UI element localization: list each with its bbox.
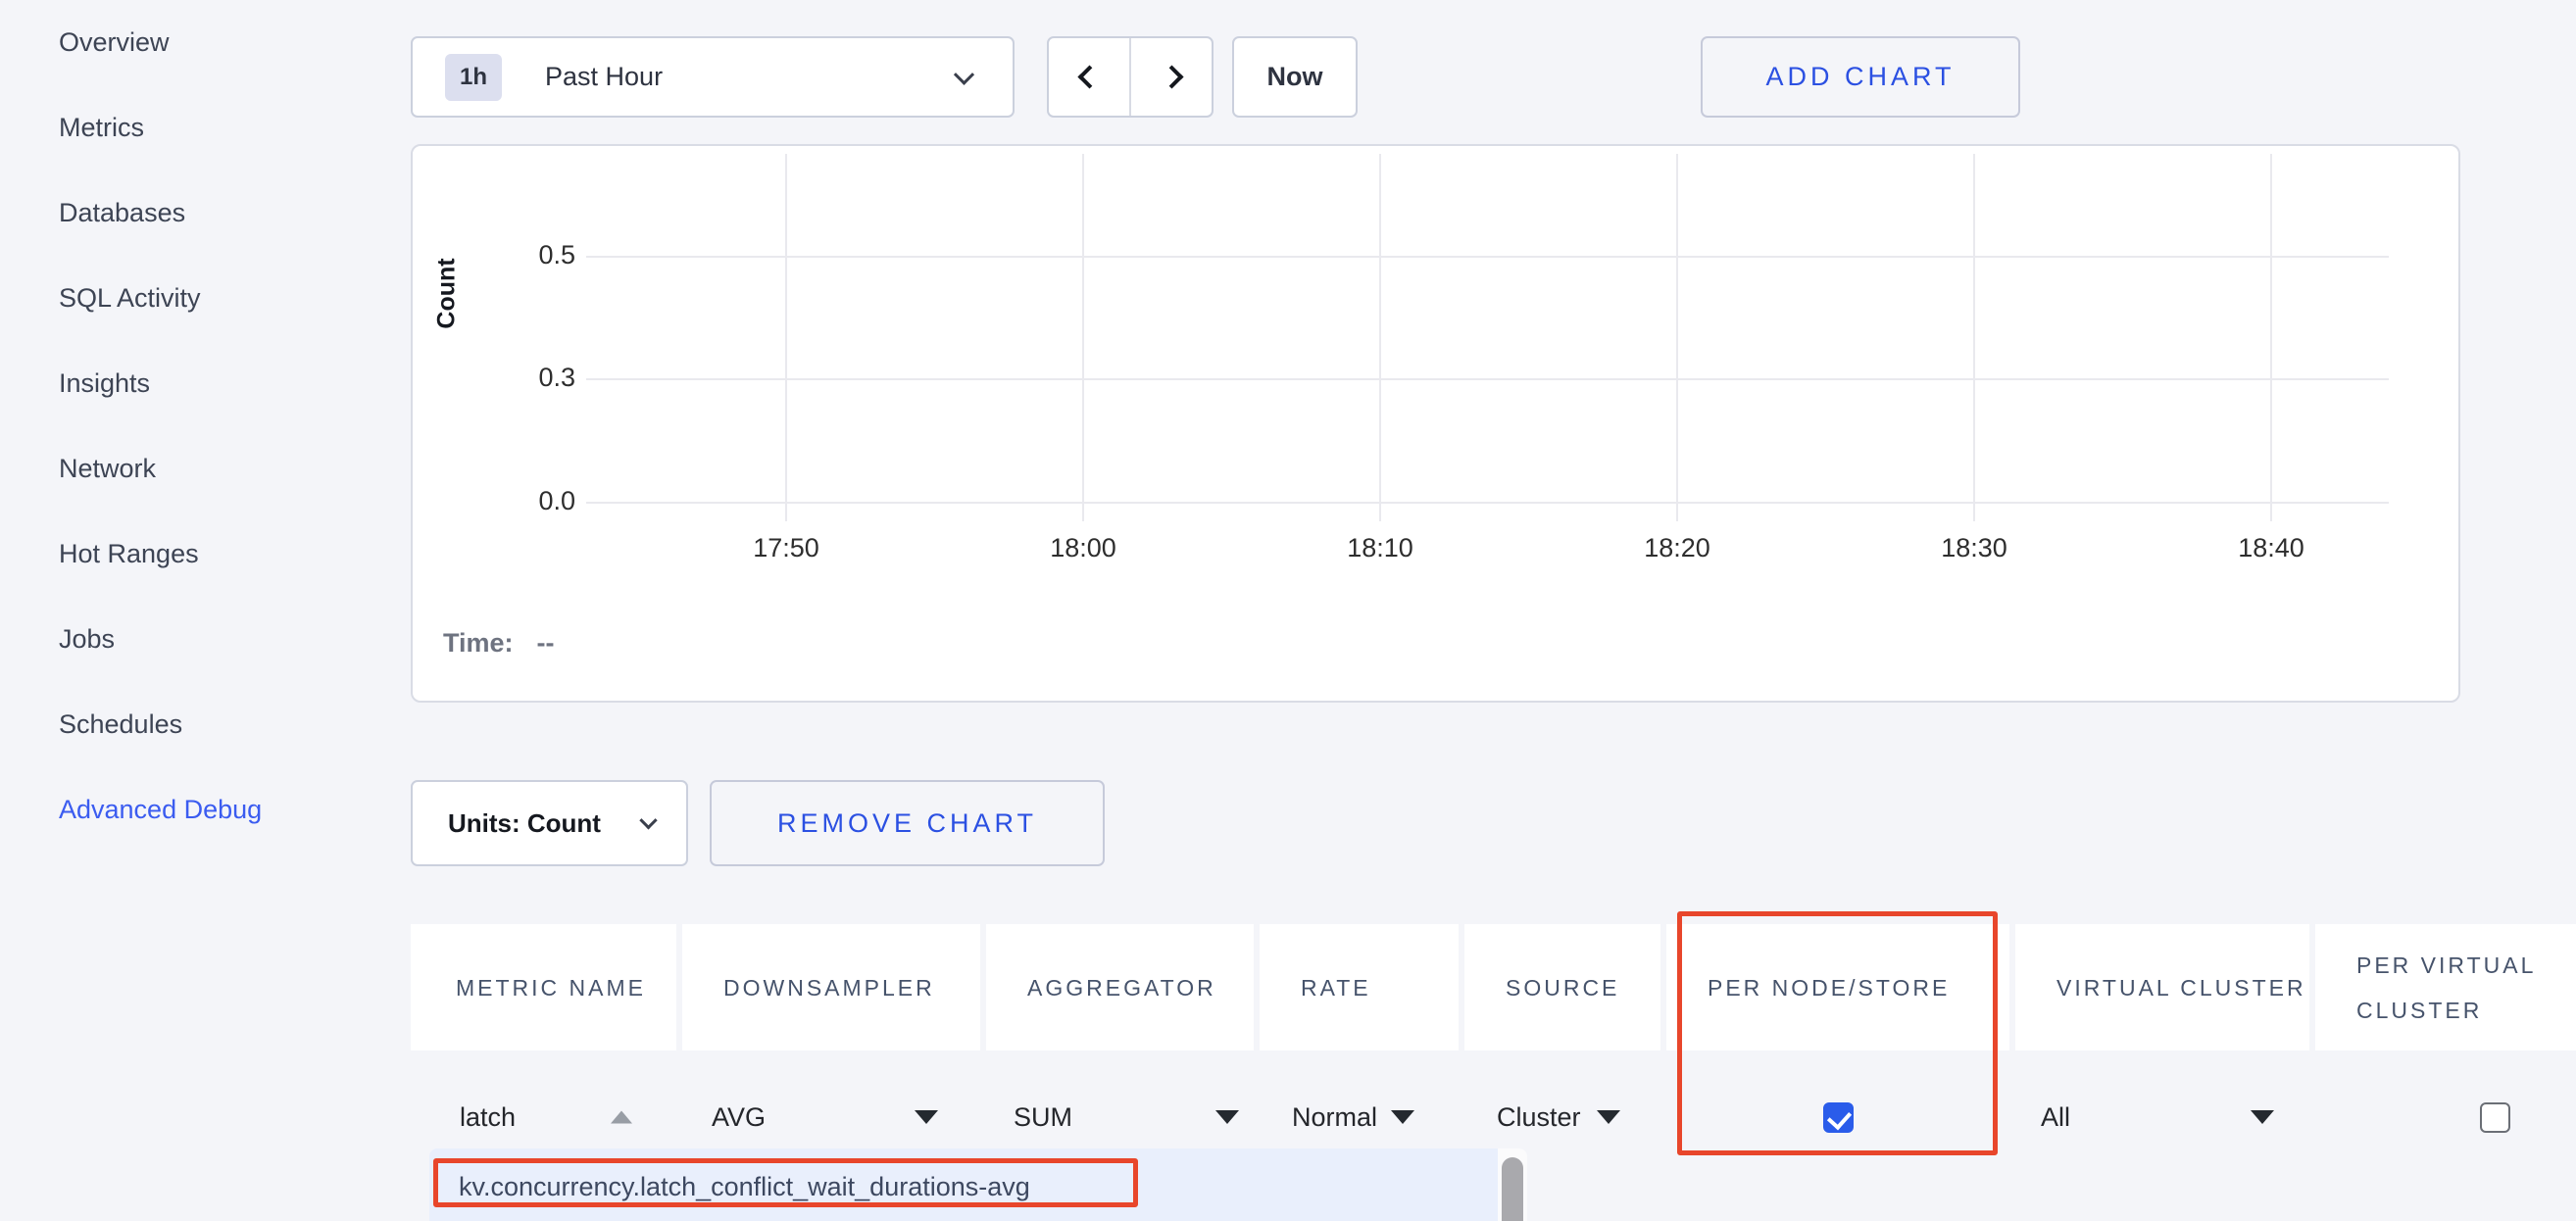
gridline-vertical: [1973, 154, 1975, 521]
add-chart-button[interactable]: ADD CHART: [1701, 36, 2020, 118]
virtual-cluster-dropdown[interactable]: All: [2015, 1068, 2309, 1166]
sidebar-item-network[interactable]: Network: [59, 426, 392, 512]
chevron-down-icon: [954, 65, 974, 85]
triangle-down-icon: [915, 1110, 938, 1124]
hover-time-readout: Time: --: [443, 628, 555, 659]
sidebar-item-metrics[interactable]: Metrics: [59, 85, 392, 171]
time-label: Time:: [443, 628, 514, 658]
sidebar-nav: Overview Metrics Databases SQL Activity …: [59, 0, 392, 853]
metric-suggestions-dropdown: kv.concurrency.latch_conflict_wait_durat…: [429, 1148, 1527, 1221]
sidebar-item-schedules[interactable]: Schedules: [59, 682, 392, 767]
column-header-aggregator: AGGREGATOR: [986, 924, 1254, 1050]
aggregator-value: SUM: [986, 1102, 1072, 1133]
now-button[interactable]: Now: [1232, 36, 1358, 118]
metric-name-input[interactable]: latch: [411, 1102, 516, 1133]
triangle-down-icon: [1215, 1110, 1239, 1124]
dropdown-scrollbar[interactable]: [1498, 1148, 1527, 1221]
chevron-down-icon: [639, 811, 657, 829]
column-header-rate: RATE: [1260, 924, 1459, 1050]
gridline-vertical: [1379, 154, 1381, 521]
gridline-vertical: [1676, 154, 1678, 521]
x-tick-label: 18:20: [1609, 533, 1746, 563]
column-header-metric-name: METRIC NAME: [411, 924, 676, 1050]
sidebar-item-hot-ranges[interactable]: Hot Ranges: [59, 512, 392, 597]
x-tick-label: 18:30: [1906, 533, 2043, 563]
rate-value: Normal: [1260, 1102, 1377, 1133]
column-header-virtual-cluster: VIRTUAL CLUSTER: [2015, 924, 2309, 1050]
triangle-down-icon: [1597, 1110, 1620, 1124]
y-tick-label: 0.0: [471, 486, 575, 516]
gridline-horizontal: [586, 378, 2389, 380]
y-tick-label: 0.3: [471, 363, 575, 393]
x-tick-label: 18:00: [1015, 533, 1152, 563]
dropdown-scrollbar-thumb[interactable]: [1502, 1157, 1523, 1221]
sidebar-item-advanced-debug[interactable]: Advanced Debug: [59, 767, 392, 853]
chevron-right-icon: [1160, 65, 1183, 88]
per-node-store-cell: [1666, 1068, 2009, 1166]
units-dropdown[interactable]: Units: Count: [411, 780, 688, 866]
sidebar-item-databases[interactable]: Databases: [59, 171, 392, 256]
time-range-label: Past Hour: [545, 62, 663, 92]
metric-table-header: METRIC NAME DOWNSAMPLER AGGREGATOR RATE …: [411, 924, 2576, 1050]
per-virtual-cluster-cell: [2315, 1068, 2576, 1166]
x-tick-label: 17:50: [718, 533, 855, 563]
x-tick-label: 18:10: [1312, 533, 1449, 563]
advanced-debug-custom-chart-page: Overview Metrics Databases SQL Activity …: [0, 0, 2576, 1221]
gridline-horizontal: [586, 502, 2389, 504]
time-range-badge: 1h: [445, 54, 502, 101]
custom-chart-panel: Count 0.5 0.3 0.0 17:50 18:00 18:10 18:2…: [411, 144, 2460, 703]
gridline-vertical: [785, 154, 787, 521]
metric-suggestion-item[interactable]: kv.concurrency.latch_conflict_wait_durat…: [459, 1172, 1030, 1202]
time-value: --: [537, 628, 555, 658]
column-header-per-virtual-cluster: PER VIRTUAL CLUSTER: [2315, 924, 2576, 1050]
x-tick-label: 18:40: [2203, 533, 2340, 563]
column-header-per-node-store: PER NODE/STORE: [1666, 924, 2009, 1050]
sidebar-item-jobs[interactable]: Jobs: [59, 597, 392, 682]
gridline-vertical: [1082, 154, 1084, 521]
chart-y-axis-title: Count: [432, 232, 462, 354]
time-range-selector[interactable]: 1h Past Hour: [411, 36, 1015, 118]
column-header-source: SOURCE: [1464, 924, 1660, 1050]
triangle-up-icon: [611, 1111, 632, 1124]
triangle-down-icon: [1391, 1110, 1414, 1124]
time-window-arrows: [1047, 36, 1214, 118]
next-window-button[interactable]: [1129, 38, 1212, 116]
per-virtual-cluster-checkbox[interactable]: [2480, 1102, 2510, 1133]
per-node-store-checkbox[interactable]: [1823, 1102, 1854, 1133]
sidebar-item-overview[interactable]: Overview: [59, 0, 392, 85]
y-tick-label: 0.5: [471, 240, 575, 270]
virtual-cluster-value: All: [2015, 1102, 2070, 1133]
triangle-down-icon: [2251, 1110, 2274, 1124]
gridline-vertical: [2270, 154, 2272, 521]
prev-window-button[interactable]: [1049, 38, 1129, 116]
sidebar-item-insights[interactable]: Insights: [59, 341, 392, 426]
sidebar-item-sql-activity[interactable]: SQL Activity: [59, 256, 392, 341]
units-dropdown-label: Units: Count: [448, 808, 601, 839]
remove-chart-button[interactable]: REMOVE CHART: [710, 780, 1105, 866]
column-header-downsampler: DOWNSAMPLER: [682, 924, 980, 1050]
source-value: Cluster: [1464, 1102, 1581, 1133]
gridline-horizontal: [586, 256, 2389, 258]
downsampler-value: AVG: [682, 1102, 766, 1133]
chevron-left-icon: [1077, 65, 1101, 88]
